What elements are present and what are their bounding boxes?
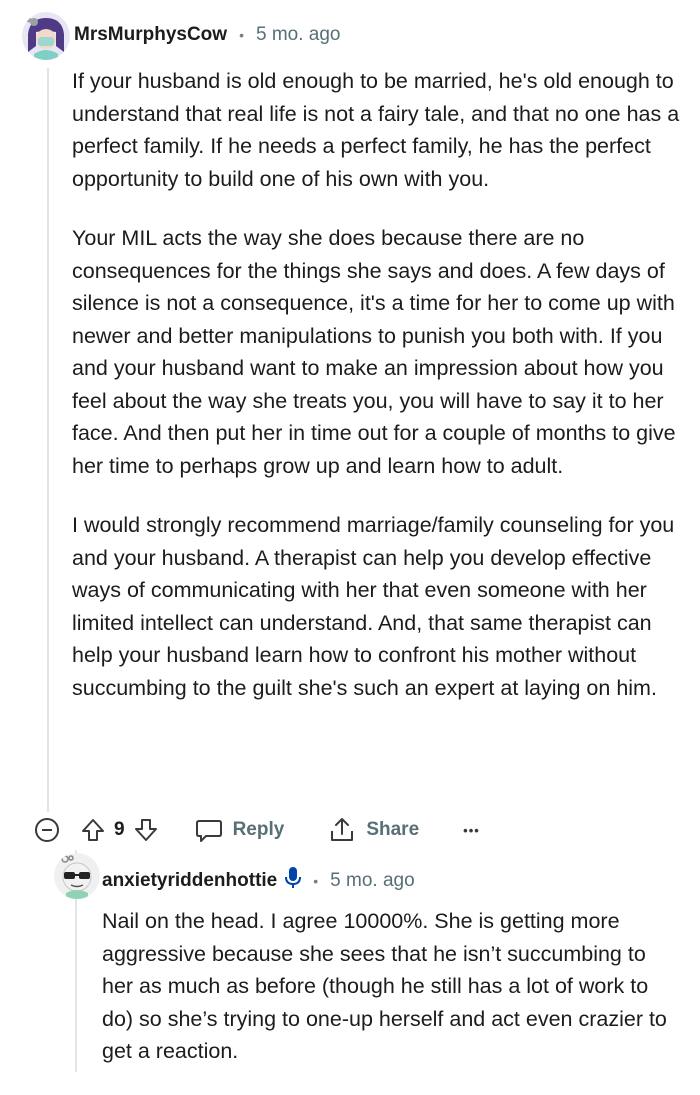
reply-username[interactable]: anxietyriddenhottie <box>102 870 277 892</box>
more-options-button[interactable]: ••• <box>463 823 480 838</box>
reply-body: Nail on the head. I agree 10000%. She is… <box>102 905 682 1095</box>
comment-body: If your husband is old enough to be marr… <box>72 65 687 731</box>
collapse-button[interactable] <box>34 817 60 843</box>
share-button[interactable]: Share <box>328 816 419 844</box>
username[interactable]: MrsMurphysCow <box>74 24 227 46</box>
reply-bubble-icon <box>195 820 222 842</box>
comment-header: MrsMurphysCow • 5 mo. ago <box>74 24 340 46</box>
comment-action-bar: 9 Reply Share ••• <box>34 812 480 848</box>
separator-dot: • <box>239 27 244 43</box>
upvote-button[interactable] <box>80 817 106 843</box>
downvote-icon <box>134 819 157 841</box>
reply-button[interactable]: Reply <box>195 817 285 843</box>
avatar[interactable] <box>22 12 70 60</box>
vote-count: 9 <box>114 819 125 840</box>
comment-paragraph: Your MIL acts the way she does because t… <box>72 226 676 478</box>
voice-mic-icon <box>285 866 302 895</box>
reply-header: anxietyriddenhottie • 5 mo. ago <box>102 866 415 895</box>
comment-paragraph: If your husband is old enough to be marr… <box>72 69 680 191</box>
upvote-icon <box>82 819 104 841</box>
comment-paragraph: I would strongly recommend marriage/fami… <box>72 513 675 700</box>
separator-dot: • <box>313 872 319 889</box>
share-icon <box>331 818 354 841</box>
reply-label: Reply <box>232 819 285 840</box>
share-label: Share <box>366 819 420 840</box>
downvote-button[interactable] <box>133 817 159 843</box>
timestamp: 5 mo. ago <box>255 24 341 45</box>
thread-line-main[interactable] <box>47 68 49 812</box>
collapse-icon <box>35 818 59 842</box>
reply-avatar[interactable] <box>54 853 100 899</box>
reply-text: Nail on the head. I agree 10000%. She is… <box>102 909 667 1063</box>
reply-timestamp: 5 mo. ago <box>330 869 415 891</box>
